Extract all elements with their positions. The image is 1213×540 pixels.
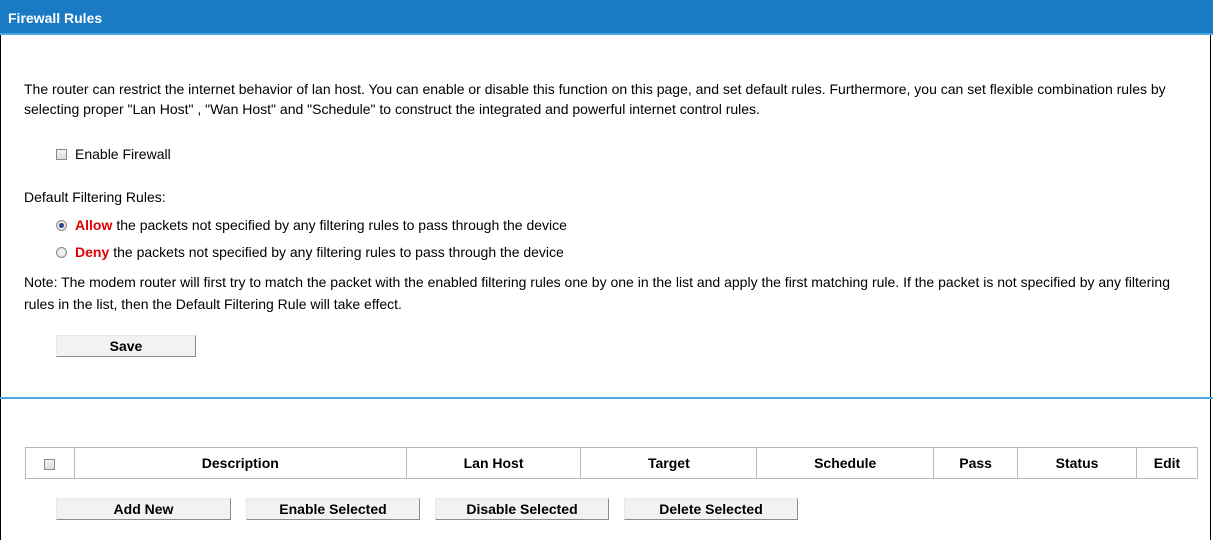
rules-table: Description Lan Host Target Schedule Pas… bbox=[25, 447, 1198, 479]
allow-option[interactable]: Allow the packets not specified by any f… bbox=[56, 217, 567, 233]
title-bar: Firewall Rules bbox=[0, 0, 1213, 35]
column-edit: Edit bbox=[1136, 447, 1198, 479]
enable-firewall-row[interactable]: Enable Firewall bbox=[56, 146, 171, 162]
column-lan-host: Lan Host bbox=[405, 447, 582, 479]
intro-text: The router can restrict the internet beh… bbox=[24, 81, 1166, 117]
column-target: Target bbox=[580, 447, 758, 479]
column-status: Status bbox=[1017, 447, 1137, 479]
note-text: Note: The modem router will first try to… bbox=[24, 274, 1170, 312]
default-rules-heading-text: Default Filtering Rules: bbox=[24, 189, 166, 205]
deny-text: the packets not specified by any filteri… bbox=[113, 244, 564, 260]
add-new-button[interactable]: Add New bbox=[56, 498, 231, 520]
section-divider bbox=[0, 397, 1213, 399]
deny-radio[interactable] bbox=[56, 246, 67, 258]
enable-firewall-label: Enable Firewall bbox=[75, 146, 171, 162]
allow-radio[interactable] bbox=[56, 219, 67, 231]
page-title: Firewall Rules bbox=[8, 10, 103, 26]
column-schedule: Schedule bbox=[756, 447, 935, 479]
select-all-checkbox[interactable] bbox=[44, 458, 56, 470]
allow-text: the packets not specified by any filteri… bbox=[116, 217, 567, 233]
delete-selected-button[interactable]: Delete Selected bbox=[624, 498, 798, 520]
column-pass: Pass bbox=[933, 447, 1019, 479]
deny-keyword: Deny bbox=[75, 244, 110, 260]
table-header-row: Description Lan Host Target Schedule Pas… bbox=[25, 447, 1198, 479]
column-description: Description bbox=[73, 447, 407, 479]
disable-selected-button[interactable]: Disable Selected bbox=[435, 498, 609, 520]
default-rules-heading: Default Filtering Rules: bbox=[24, 189, 166, 205]
select-all-cell bbox=[25, 447, 75, 479]
enable-firewall-checkbox[interactable] bbox=[56, 148, 67, 160]
allow-keyword: Allow bbox=[75, 217, 113, 233]
save-button[interactable]: Save bbox=[56, 335, 196, 357]
enable-selected-button[interactable]: Enable Selected bbox=[246, 498, 420, 520]
deny-option[interactable]: Deny the packets not specified by any fi… bbox=[56, 244, 564, 260]
